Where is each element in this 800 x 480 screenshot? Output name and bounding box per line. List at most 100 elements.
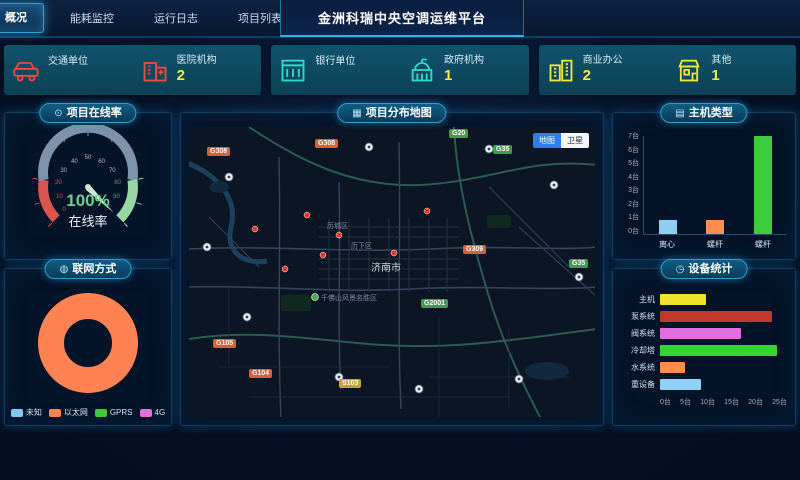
stat-label: 交通单位 (48, 56, 88, 68)
hbar (660, 379, 701, 390)
tab-run-log[interactable]: 运行日志 (134, 0, 218, 36)
tab-overview[interactable]: 概况 (0, 3, 44, 33)
chart-row-water: 水系统 (619, 359, 787, 376)
chart-row-cooling-tower: 冷却塔 (619, 342, 787, 359)
online-rate-label: 在线率 (5, 211, 171, 230)
road-badge: G35 (569, 259, 588, 268)
stat-value: 2 (583, 67, 623, 85)
panel-online-rate: ⊙项目在线率 0 10 20 30 40 50 60 (4, 112, 172, 260)
panel-title: 设备统计 (688, 263, 732, 275)
stat-value (315, 68, 355, 84)
chart-row-equipment: 重设备 (619, 376, 787, 393)
stat-value: 1 (444, 67, 484, 85)
network-donut-chart (5, 287, 171, 399)
stat-label: 银行单位 (315, 56, 355, 68)
stat-label: 其他 (711, 55, 731, 67)
map-park-marker (312, 294, 319, 301)
panel-device-stats-header: ◷设备统计 (661, 259, 748, 279)
svg-text:40: 40 (71, 159, 78, 165)
road-badge: G104 (249, 369, 272, 378)
legend-item-unknown[interactable]: 未知 (11, 407, 42, 418)
car-icon (12, 56, 40, 84)
tab-energy-monitor[interactable]: 能耗监控 (50, 0, 134, 36)
office-icon (547, 56, 575, 84)
hbar (660, 294, 706, 305)
map-canvas[interactable]: 历城区 历下区 济南市 千佛山风景名胜区 G308 G308 G309 G20 … (189, 127, 595, 417)
road-badge: S103 (339, 379, 361, 388)
map-icon: ▦ (352, 108, 361, 119)
plot-area (643, 136, 787, 235)
map-mode-button[interactable]: 地图 (533, 133, 561, 148)
donut-ring-ethernet (38, 293, 138, 393)
legend-item-gprs[interactable]: GPRS (95, 407, 133, 418)
satellite-mode-button[interactable]: 卫星 (561, 133, 589, 148)
legend-swatch (49, 409, 61, 417)
road-badge: G308 (315, 139, 338, 148)
panel-title: 项目分布地图 (366, 107, 432, 119)
chart-row-valve: 阀系统 (619, 325, 787, 342)
svg-text:20: 20 (55, 180, 62, 186)
stat-traffic[interactable]: 交通单位 (4, 45, 133, 95)
online-rate-value: 100% (5, 191, 171, 211)
map-label-poi: 千佛山风景名胜区 (321, 293, 377, 303)
x-axis: 0台 5台 10台 15台 20台 25台 (660, 397, 787, 407)
stat-value (48, 68, 88, 84)
stat-label: 医院机构 (177, 55, 217, 67)
panel-project-map-header: ▦ 项目分布地图 (337, 103, 446, 123)
legend-item-4g[interactable]: 4G (140, 407, 166, 418)
road-badge: G2001 (421, 299, 448, 308)
stat-cards-row: 交通单位 医院机构 2 (4, 45, 796, 95)
map-label-district: 历下区 (351, 241, 372, 251)
stats-icon: ◷ (676, 264, 685, 275)
top-nav: 概况 能耗监控 运行日志 项目列表 视频监控 金洲科瑞中央空调运维平台 (0, 0, 800, 38)
panel-title: 主机类型 (689, 107, 733, 119)
legend-swatch (11, 409, 23, 417)
legend-item-ethernet[interactable]: 以太网 (49, 407, 88, 418)
stat-card-1: 交通单位 医院机构 2 (4, 45, 261, 95)
stat-label: 商业办公 (583, 55, 623, 67)
stat-hospital[interactable]: 医院机构 2 (133, 45, 262, 95)
panel-host-type: ▤主机类型 7台 6台 5台 4台 3台 2台 1台 0台 离心 螺杆 螺杆 (612, 112, 796, 260)
svg-text:70: 70 (109, 168, 116, 174)
link-icon: ⊙ (54, 108, 62, 119)
panel-title: 项目在线率 (67, 107, 122, 119)
host-icon: ▤ (675, 108, 684, 119)
map-label-district: 历城区 (327, 221, 348, 231)
panel-host-type-header: ▤ 主机类型 (660, 103, 747, 123)
hbar (660, 328, 741, 339)
bank-icon (279, 56, 307, 84)
x-axis: 离心 螺杆 螺杆 (643, 239, 787, 253)
panel-online-rate-header: ⊙ 项目在线率 (39, 103, 136, 123)
network-icon: ◍ (60, 264, 69, 275)
stat-label: 政府机构 (444, 55, 484, 67)
svg-text:80: 80 (114, 180, 121, 186)
hbar (660, 362, 685, 373)
stat-card-2: 银行单位 政府机构 1 (271, 45, 528, 95)
host-type-chart: 7台 6台 5台 4台 3台 2台 1台 0台 离心 螺杆 螺杆 (619, 133, 789, 253)
map-label-city: 济南市 (371, 259, 401, 274)
road-badge: G20 (449, 129, 468, 138)
panel-network-type-header: ◍联网方式 (45, 259, 132, 279)
chart-row-pump: 泵系统 (619, 308, 787, 325)
stat-government[interactable]: 政府机构 1 (400, 45, 529, 95)
road-badge: G308 (207, 147, 230, 156)
stat-other[interactable]: 其他 1 (667, 45, 796, 95)
stat-office[interactable]: 商业办公 2 (539, 45, 668, 95)
svg-text:60: 60 (98, 159, 105, 165)
chart-row-host: 主机 (619, 291, 787, 308)
hbar (660, 345, 777, 356)
stat-bank[interactable]: 银行单位 (271, 45, 400, 95)
stat-card-3: 商业办公 2 其他 1 (539, 45, 796, 95)
panel-title: 联网方式 (72, 263, 116, 275)
svg-text:30: 30 (60, 168, 67, 174)
legend-swatch (140, 409, 152, 417)
hbar (660, 311, 772, 322)
road-badge: G105 (213, 339, 236, 348)
stat-value: 2 (177, 67, 217, 85)
road-badge: G35 (493, 145, 512, 154)
hospital-icon (141, 56, 169, 84)
bar-screw-1 (706, 220, 724, 234)
panel-project-map: ▦项目分布地图 (180, 112, 604, 426)
map-controls: 地图 卫星 (533, 133, 589, 148)
network-legend: 未知 以太网 GPRS 4G (5, 407, 171, 418)
